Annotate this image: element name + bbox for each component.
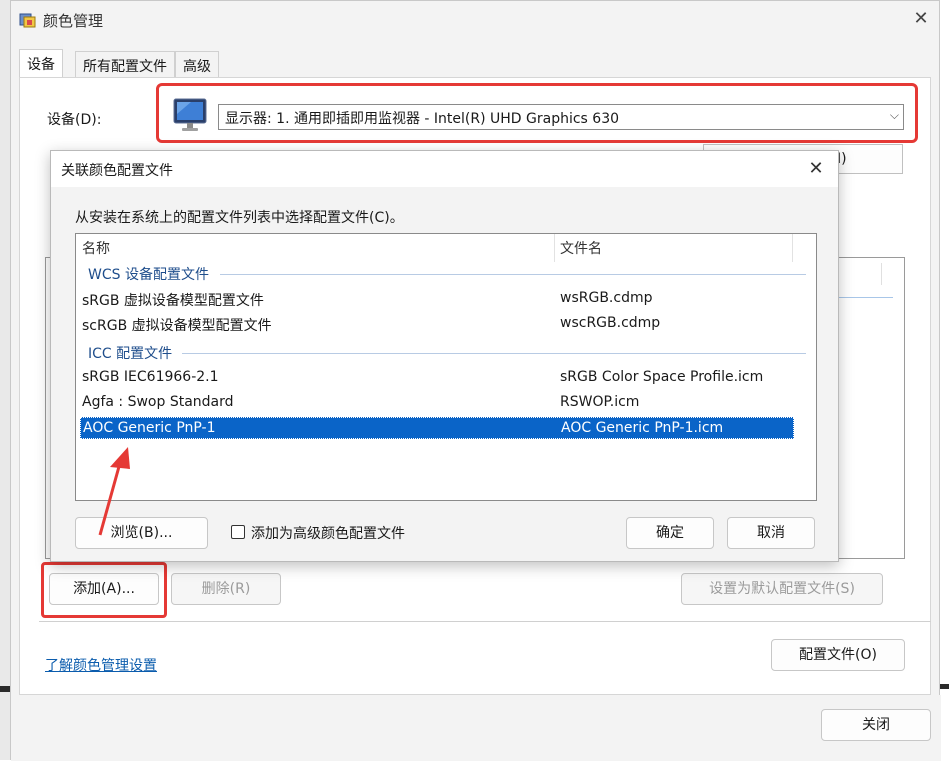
associate-profile-dialog: 关联颜色配置文件 ✕ 从安装在系统上的配置文件列表中选择配置文件(C)。 名称 … [50, 150, 839, 562]
row-file: sRGB Color Space Profile.icm [560, 369, 764, 385]
dialog-instruction: 从安装在系统上的配置文件列表中选择配置文件(C)。 [75, 210, 404, 226]
row-file: RSWOP.icm [560, 394, 640, 410]
learn-color-management-link[interactable]: 了解颜色管理设置 [45, 655, 157, 675]
window-title: 颜色管理 [43, 12, 104, 30]
group-line [182, 353, 806, 354]
annotation-highlight-device [156, 83, 918, 143]
close-button[interactable]: 关闭 [821, 709, 931, 741]
row-file: wsRGB.cdmp [560, 290, 653, 306]
list-item[interactable]: scRGB 虚拟设备模型配置文件 wscRGB.cdmp [80, 313, 794, 335]
row-file: AOC Generic PnP-1.icm [561, 420, 724, 436]
row-name: Agfa : Swop Standard [82, 394, 234, 410]
advanced-profile-checkbox-label: 添加为高级颜色配置文件 [251, 526, 405, 542]
row-name: scRGB 虚拟设备模型配置文件 [82, 318, 272, 334]
color-management-icon [19, 13, 36, 28]
row-name: sRGB IEC61966-2.1 [82, 369, 219, 385]
annotation-highlight-add [41, 562, 167, 618]
background-taskbar-fragment-right [940, 684, 949, 689]
device-label: 设备(D): [47, 112, 102, 128]
profiles-button[interactable]: 配置文件(O) [771, 639, 905, 671]
group-line [220, 274, 806, 275]
tab-advanced[interactable]: 高级 [175, 51, 219, 77]
profile-list[interactable]: 名称 文件名 WCS 设备配置文件 sRGB 虚拟设备模型配置文件 wsRGB.… [75, 233, 817, 501]
row-file: wscRGB.cdmp [560, 315, 661, 331]
row-name: AOC Generic PnP-1 [83, 420, 216, 436]
column-header-name[interactable]: 名称 [82, 238, 110, 258]
column-header-filename[interactable]: 文件名 [560, 238, 602, 258]
list-column-separator [881, 263, 882, 285]
background-window-edge [0, 0, 10, 760]
close-icon[interactable]: ✕ [803, 156, 829, 182]
background-taskbar-fragment [0, 686, 10, 692]
list-item[interactable]: sRGB IEC61966-2.1 sRGB Color Space Profi… [80, 367, 794, 389]
set-default-button[interactable]: 设置为默认配置文件(S) [681, 573, 883, 605]
column-separator [792, 234, 793, 262]
ok-button[interactable]: 确定 [626, 517, 714, 549]
list-item[interactable]: sRGB 虚拟设备模型配置文件 wsRGB.cdmp [80, 288, 794, 310]
close-icon[interactable]: ✕ [909, 7, 933, 31]
delete-button[interactable]: 删除(R) [171, 573, 281, 605]
group-header-wcs: WCS 设备配置文件 [88, 267, 209, 283]
advanced-profile-checkbox[interactable] [231, 525, 245, 539]
list-group-line [837, 297, 893, 298]
column-separator [554, 234, 555, 262]
dialog-title: 关联颜色配置文件 [61, 163, 173, 179]
footer-area: 关闭 [11, 695, 941, 761]
list-item-selected[interactable]: AOC Generic PnP-1 AOC Generic PnP-1.icm [80, 417, 794, 439]
dialog-title-bar: 关联颜色配置文件 ✕ [51, 151, 838, 187]
red-arrow-icon [98, 447, 130, 536]
separator [39, 621, 931, 622]
tab-devices[interactable]: 设备 [19, 49, 63, 77]
row-name: sRGB 虚拟设备模型配置文件 [82, 293, 264, 309]
cancel-button[interactable]: 取消 [727, 517, 815, 549]
list-item[interactable]: Agfa : Swop Standard RSWOP.icm [80, 392, 794, 414]
group-header-icc: ICC 配置文件 [88, 346, 173, 362]
tab-all-profiles[interactable]: 所有配置文件 [75, 51, 175, 77]
